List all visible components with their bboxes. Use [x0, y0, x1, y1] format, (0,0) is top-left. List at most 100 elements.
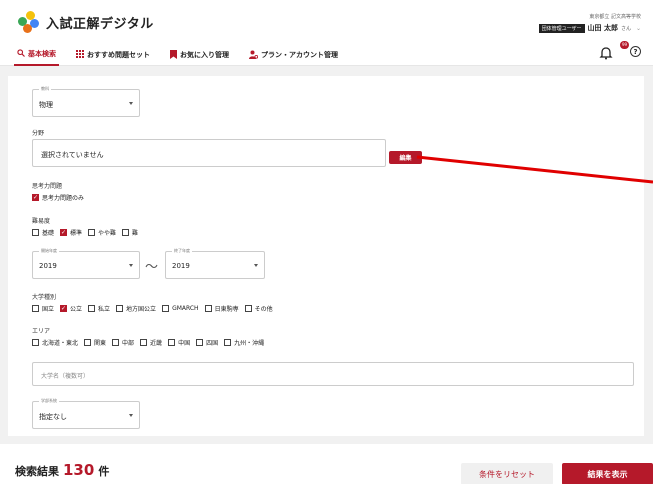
- checkbox-icon: [244, 305, 252, 312]
- univ-type-gmarch[interactable]: GMARCH: [162, 305, 199, 312]
- area-option-label: 中部: [122, 340, 135, 347]
- checkbox-checked-icon: ✓: [32, 193, 39, 201]
- user-name: 山田 太郎: [587, 24, 618, 32]
- dropdown-arrow-icon: [129, 264, 133, 267]
- field-label: 分野: [32, 130, 45, 137]
- chevron-down-icon[interactable]: ⌄: [636, 25, 641, 32]
- area-chugoku[interactable]: 中国: [168, 338, 190, 347]
- univ-type-public[interactable]: ✓ 公立: [60, 304, 82, 313]
- univ-type-option-label: 日東駒専: [214, 306, 239, 313]
- area-option-label: 九州・沖縄: [234, 340, 265, 347]
- checkbox-icon: [112, 339, 120, 346]
- univ-type-other[interactable]: その他: [244, 304, 273, 313]
- start-year-value: 2019: [39, 262, 57, 270]
- univ-type-national[interactable]: 国立: [32, 304, 54, 313]
- tab-basic-search[interactable]: 基本検索: [14, 44, 59, 66]
- univ-type-option-label: 国立: [42, 306, 55, 313]
- bell-icon[interactable]: [599, 46, 613, 60]
- dropdown-arrow-icon: [254, 264, 258, 267]
- university-name-placeholder: 大学名（複数可）: [41, 373, 90, 380]
- notification-badge: 99: [620, 41, 630, 49]
- univ-type-option-label: 地方国公立: [126, 306, 157, 313]
- logo-icon: [18, 11, 42, 33]
- checkbox-icon: [88, 305, 96, 312]
- tab-basic-search-label: 基本検索: [28, 50, 56, 58]
- show-results-button[interactable]: 結果を表示: [562, 463, 653, 484]
- difficulty-option-label: やや難: [98, 230, 117, 237]
- area-kanto[interactable]: 関東: [84, 338, 106, 347]
- checkbox-icon: [32, 229, 39, 236]
- tab-recommended-sets-label: おすすめ問題セット: [87, 51, 150, 59]
- difficulty-options: 基礎 ✓ 標準 やや難 難: [32, 228, 144, 237]
- tab-favorites[interactable]: お気に入り管理: [167, 44, 232, 66]
- end-year-select[interactable]: 終了年度 2019: [165, 248, 265, 279]
- difficulty-standard[interactable]: ✓ 標準: [60, 228, 82, 237]
- univ-type-regional[interactable]: 地方国公立: [116, 304, 156, 313]
- area-hokkaido-tohoku[interactable]: 北海道・東北: [32, 338, 78, 347]
- checkbox-icon: [84, 339, 92, 346]
- result-unit: 件: [98, 465, 110, 478]
- header: 入試正解デジタル 東京都立 記文高等学校 団体管理ユーザー 山田 太郎 さん ⌄…: [0, 0, 653, 66]
- checkbox-icon: [88, 229, 96, 236]
- dropdown-arrow-icon: [129, 414, 133, 417]
- univ-type-option-label: GMARCH: [172, 305, 199, 312]
- range-separator: 〜: [145, 260, 159, 275]
- area-option-label: 近畿: [150, 340, 163, 347]
- end-year-legend: 終了年度: [172, 248, 192, 254]
- main-nav: 基本検索 おすすめ問題セット お気に入り管理 プラン・アカウント管理: [14, 44, 355, 66]
- area-chubu[interactable]: 中部: [112, 338, 134, 347]
- thinking-checkbox[interactable]: ✓ 思考力問題のみ: [32, 193, 84, 202]
- footer-bar: 検索結果 130 件 条件をリセット 結果を表示: [0, 444, 653, 484]
- area-kyushu-okinawa[interactable]: 九州・沖縄: [224, 338, 264, 347]
- search-icon: [17, 49, 25, 59]
- univ-type-option-label: 公立: [70, 306, 83, 313]
- checkbox-icon: [168, 339, 176, 346]
- school-name: 東京都立 記文高等学校: [589, 14, 641, 20]
- department-legend: 学部系統: [39, 398, 59, 404]
- result-label: 検索結果: [15, 465, 59, 478]
- checkbox-icon: [32, 339, 39, 346]
- user-menu[interactable]: 東京都立 記文高等学校 団体管理ユーザー 山田 太郎 さん ⌄: [538, 13, 641, 33]
- subject-select[interactable]: 教科 物理: [32, 86, 140, 117]
- checkbox-icon: [32, 305, 39, 312]
- univ-type-options: 国立 ✓ 公立 私立 地方国公立 GMARCH 日東駒専 その他: [32, 304, 279, 313]
- edit-field-button[interactable]: 編集: [389, 151, 422, 164]
- difficulty-basic[interactable]: 基礎: [32, 228, 54, 237]
- checkbox-checked-icon: ✓: [60, 304, 68, 312]
- checkbox-icon: [196, 339, 204, 346]
- logo[interactable]: 入試正解デジタル: [18, 11, 154, 33]
- thinking-option-label: 思考力問題のみ: [42, 195, 85, 202]
- tab-recommended-sets[interactable]: おすすめ問題セット: [73, 44, 153, 66]
- area-option-label: 中国: [178, 340, 191, 347]
- area-options: 北海道・東北 関東 中部 近畿 中国 四国 九州・沖縄: [32, 338, 270, 347]
- dropdown-arrow-icon: [129, 102, 133, 105]
- university-name-input[interactable]: 大学名（複数可）: [32, 362, 634, 386]
- app-title: 入試正解デジタル: [46, 16, 154, 32]
- checkbox-icon: [224, 339, 232, 346]
- checkbox-checked-icon: ✓: [60, 228, 68, 236]
- checkbox-icon: [116, 305, 124, 312]
- difficulty-option-label: 標準: [70, 230, 83, 237]
- department-select[interactable]: 学部系統 指定なし: [32, 398, 140, 429]
- department-value: 指定なし: [39, 413, 67, 421]
- tab-plan-account[interactable]: プラン・アカウント管理: [246, 44, 341, 66]
- search-filter-panel: 教科 物理 分野 選択されていません 編集 思考力問題 ✓ 思考力問題のみ 難易…: [8, 76, 644, 436]
- univ-type-nittoukomasen[interactable]: 日東駒専: [204, 304, 239, 313]
- result-summary: 検索結果 130 件: [15, 461, 109, 479]
- tab-favorites-label: お気に入り管理: [180, 51, 229, 59]
- reset-conditions-button[interactable]: 条件をリセット: [461, 463, 553, 484]
- checkbox-icon: [162, 305, 170, 312]
- user-settings-icon: [249, 50, 259, 61]
- area-kinki[interactable]: 近畿: [140, 338, 162, 347]
- bookmark-icon: [170, 49, 177, 61]
- difficulty-option-label: 基礎: [42, 230, 55, 237]
- help-icon[interactable]: ?: [630, 46, 641, 57]
- start-year-legend: 開始年度: [39, 248, 59, 254]
- start-year-select[interactable]: 開始年度 2019: [32, 248, 140, 279]
- checkbox-icon: [140, 339, 148, 346]
- univ-type-private[interactable]: 私立: [88, 304, 110, 313]
- area-shikoku[interactable]: 四国: [196, 338, 218, 347]
- checkbox-icon: [204, 305, 212, 312]
- difficulty-hard[interactable]: 難: [122, 228, 138, 237]
- difficulty-somewhat-hard[interactable]: やや難: [88, 228, 116, 237]
